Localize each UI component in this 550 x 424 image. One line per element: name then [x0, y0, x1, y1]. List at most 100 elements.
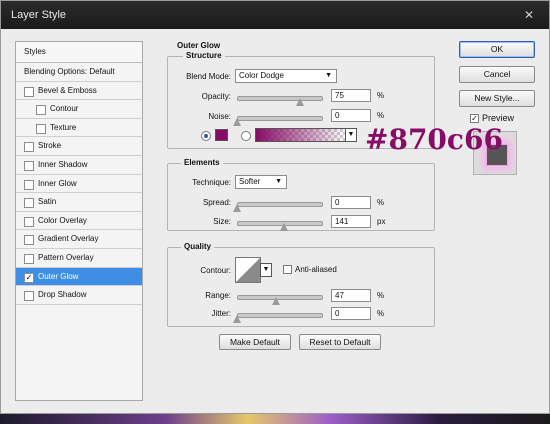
solid-color-radio[interactable]: [201, 131, 211, 141]
cancel-button[interactable]: Cancel: [459, 66, 535, 83]
style-checkbox[interactable]: [24, 253, 34, 264]
style-checkbox[interactable]: [24, 160, 34, 171]
anti-aliased-checkbox[interactable]: [283, 265, 292, 274]
style-item-label: Satin: [38, 197, 57, 207]
spread-unit: %: [377, 198, 385, 207]
close-icon[interactable]: ✕: [521, 7, 537, 23]
spread-input[interactable]: 0: [331, 196, 371, 209]
make-default-button[interactable]: Make Default: [219, 334, 291, 350]
style-item-gradient-overlay[interactable]: Gradient Overlay: [16, 230, 142, 249]
gradient-radio[interactable]: [241, 131, 251, 141]
style-item-label: Contour: [50, 104, 79, 114]
elements-title: Elements: [181, 158, 223, 167]
technique-label: Technique:: [192, 178, 231, 187]
style-item-label: Bevel & Emboss: [38, 85, 97, 95]
spread-label: Spread:: [202, 198, 231, 207]
range-label: Range:: [205, 291, 231, 300]
ok-button[interactable]: OK: [459, 41, 535, 58]
blend-mode-value: Color Dodge: [239, 71, 284, 80]
layer-style-dialog: Layer Style ✕ Styles Blending Options: D…: [0, 0, 550, 414]
style-checkbox[interactable]: [36, 105, 46, 116]
style-item-label: Pattern Overlay: [38, 252, 94, 262]
checkmark-icon: ✓: [471, 114, 478, 123]
contour-curve-icon: [236, 258, 260, 282]
technique-value: Softer: [239, 177, 261, 186]
style-item-bevel-emboss[interactable]: Bevel & Emboss: [16, 82, 142, 101]
noise-slider-thumb[interactable]: [233, 118, 241, 126]
glow-gradient-picker[interactable]: [255, 128, 347, 142]
background-glow-strip: [0, 414, 550, 424]
opacity-slider[interactable]: [237, 96, 323, 101]
style-checkbox[interactable]: [36, 123, 46, 134]
blend-mode-label: Blend Mode:: [186, 72, 231, 81]
jitter-label: Jitter:: [211, 309, 231, 318]
blend-mode-select[interactable]: Color Dodge ▼: [235, 69, 337, 83]
noise-unit: %: [377, 111, 385, 120]
hex-color-annotation: #870c66: [365, 123, 503, 156]
style-item-color-overlay[interactable]: Color Overlay: [16, 212, 142, 231]
size-input[interactable]: 141: [331, 215, 371, 228]
size-label: Size:: [213, 217, 231, 226]
style-checkbox[interactable]: [24, 235, 34, 246]
style-item-label: Drop Shadow: [38, 290, 87, 300]
noise-input[interactable]: 0: [331, 109, 371, 122]
size-unit: px: [377, 217, 386, 226]
new-style-button[interactable]: New Style...: [459, 90, 535, 107]
style-item-pattern-overlay[interactable]: Pattern Overlay: [16, 249, 142, 268]
chevron-down-icon[interactable]: ▼: [260, 263, 272, 277]
style-item-label: Inner Shadow: [38, 159, 88, 169]
reset-to-default-button[interactable]: Reset to Default: [299, 334, 381, 350]
styles-header[interactable]: Styles: [16, 42, 142, 63]
style-item-label: Outer Glow: [38, 271, 79, 281]
jitter-input[interactable]: 0: [331, 307, 371, 320]
style-item-outer-glow[interactable]: ✓ Outer Glow: [16, 267, 142, 287]
anti-aliased-label: Anti-aliased: [295, 265, 337, 274]
styles-list: Styles Blending Options: Default Bevel & …: [15, 41, 143, 401]
contour-label: Contour:: [200, 266, 231, 275]
style-item-label: Texture: [50, 122, 77, 132]
spread-slider-thumb[interactable]: [233, 204, 241, 212]
style-checkbox[interactable]: [24, 198, 34, 209]
style-checkbox[interactable]: [24, 216, 34, 227]
style-item-blending-options-default[interactable]: Blending Options: Default: [16, 63, 142, 82]
chevron-down-icon: ▼: [325, 72, 332, 79]
style-checkbox[interactable]: ✓: [24, 272, 34, 283]
range-slider-thumb[interactable]: [272, 297, 281, 305]
jitter-slider[interactable]: [237, 313, 323, 318]
opacity-input[interactable]: 75: [331, 89, 371, 102]
outer-glow-title: Outer Glow: [177, 41, 221, 50]
style-item-texture[interactable]: Texture: [16, 119, 142, 138]
opacity-label: Opacity:: [201, 92, 231, 101]
style-checkbox[interactable]: [24, 291, 34, 302]
opacity-unit: %: [377, 91, 385, 100]
style-item-inner-shadow[interactable]: Inner Shadow: [16, 156, 142, 175]
contour-preview[interactable]: [235, 257, 261, 283]
technique-select[interactable]: Softer ▼: [235, 175, 287, 189]
style-item-label: Blending Options: Default: [24, 67, 115, 76]
noise-slider[interactable]: [237, 116, 323, 121]
style-checkbox[interactable]: [24, 179, 34, 190]
style-item-label: Stroke: [38, 141, 62, 151]
style-checkbox[interactable]: [24, 142, 34, 153]
range-unit: %: [377, 291, 385, 300]
glow-color-swatch[interactable]: [215, 129, 228, 141]
opacity-slider-thumb[interactable]: [296, 98, 304, 106]
chevron-down-icon[interactable]: ▼: [345, 128, 357, 142]
style-item-contour[interactable]: Contour: [16, 100, 142, 119]
style-item-label: Gradient Overlay: [38, 234, 99, 244]
quality-title: Quality: [181, 242, 215, 251]
range-input[interactable]: 47: [331, 289, 371, 302]
style-item-inner-glow[interactable]: Inner Glow: [16, 175, 142, 194]
size-slider-thumb[interactable]: [280, 223, 289, 231]
noise-label: Noise:: [208, 112, 231, 121]
jitter-slider-thumb[interactable]: [233, 315, 241, 323]
style-item-drop-shadow[interactable]: Drop Shadow: [16, 286, 142, 305]
style-item-stroke[interactable]: Stroke: [16, 137, 142, 156]
jitter-unit: %: [377, 309, 385, 318]
preview-checkbox[interactable]: ✓: [470, 114, 479, 123]
style-item-label: Color Overlay: [38, 215, 87, 225]
style-checkbox[interactable]: [24, 86, 34, 97]
style-item-label: Inner Glow: [38, 178, 77, 188]
spread-slider[interactable]: [237, 202, 323, 207]
style-item-satin[interactable]: Satin: [16, 193, 142, 212]
